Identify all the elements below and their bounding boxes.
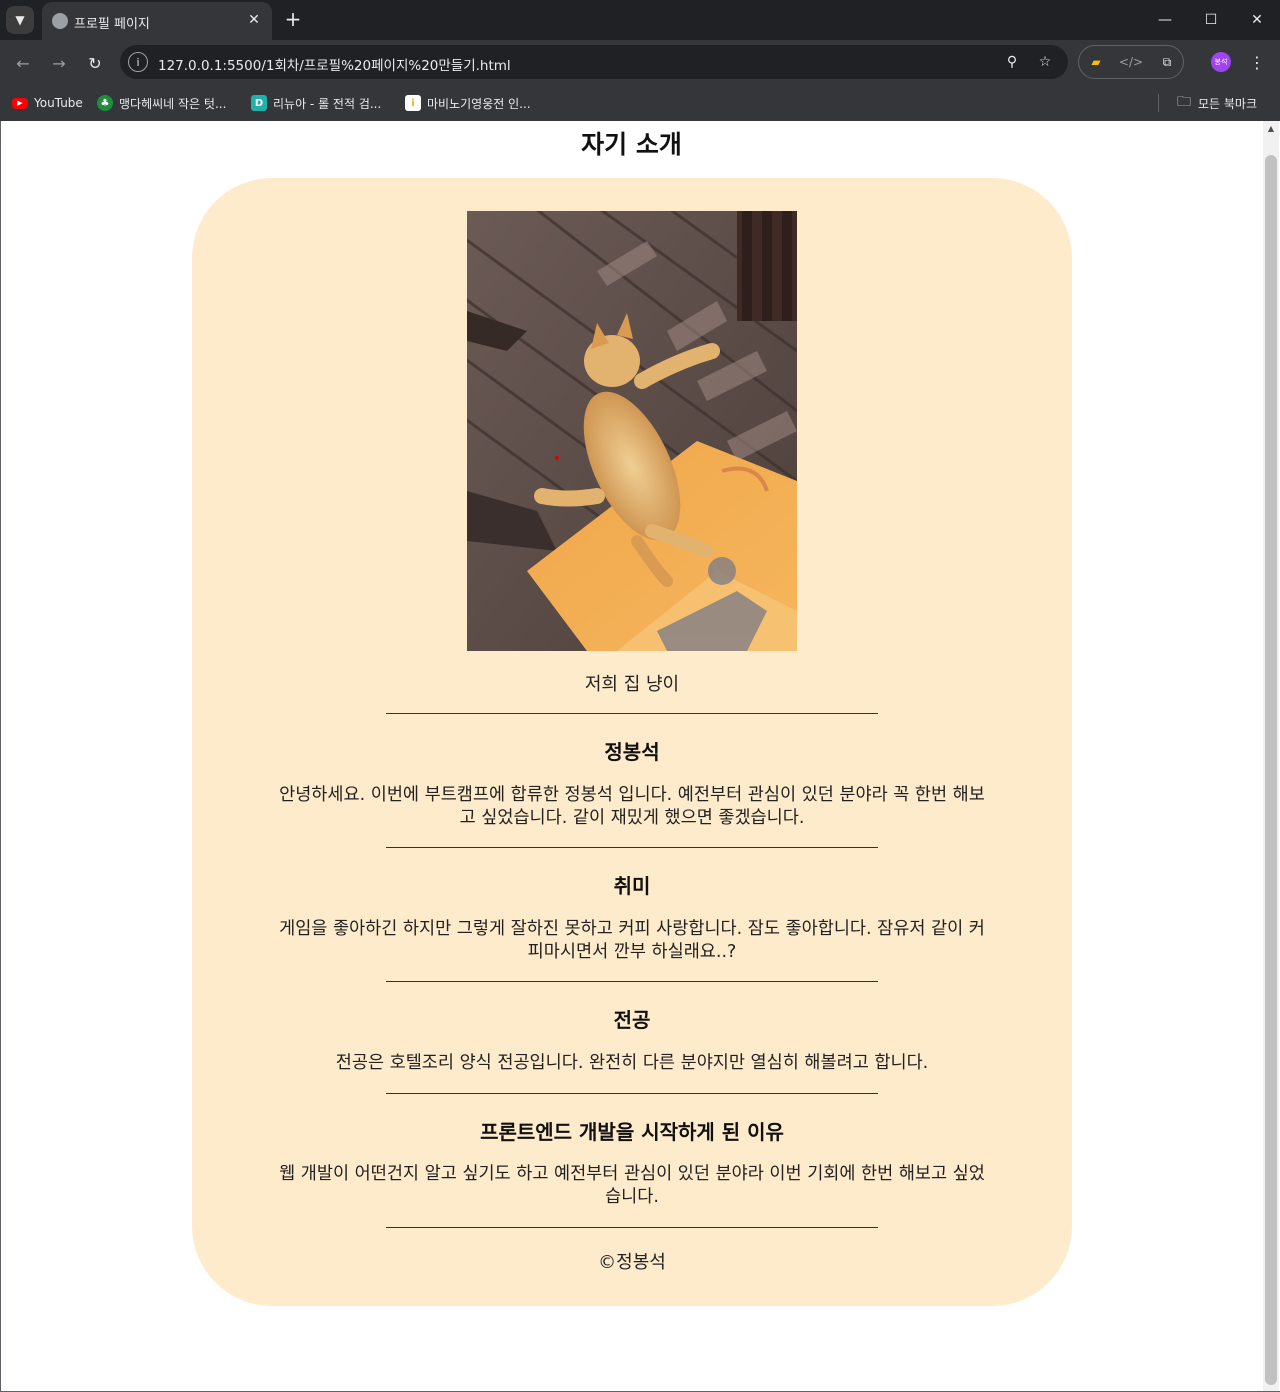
bookmark-garden[interactable]: ♣ 맹다헤씨네 작은 텃... [97, 93, 226, 113]
bookmark-renewal[interactable]: D 리뉴아 - 롤 전적 검... [251, 93, 381, 113]
all-bookmarks-label: 모든 북마크 [1198, 96, 1258, 111]
hobby-heading: 취미 [613, 874, 651, 898]
intro-text: 안녕하세요. 이번에 부트캠프에 합류한 정봉석 입니다. 예전부터 관심이 있… [279, 785, 985, 828]
bookmark-label: 마비노기영웅전 인... [427, 96, 531, 111]
profile-card: 저희 집 냥이 정봉석 안녕하세요. 이번에 부트캠프에 합류한 정봉석 입니다… [192, 178, 1072, 1306]
divider [386, 1093, 878, 1094]
address-bar[interactable]: i 127.0.0.1:5500/1회차/프로필%20페이지%20만들기.htm… [120, 45, 1068, 79]
cat-photo [467, 211, 797, 651]
all-bookmarks[interactable]: 🗀 모든 북마크 [1176, 93, 1257, 113]
window-controls: — ☐ ✕ [1142, 0, 1280, 40]
url-text[interactable]: 127.0.0.1:5500/1회차/프로필%20페이지%20만들기.html [158, 54, 511, 74]
window-close-icon[interactable]: ✕ [1234, 0, 1280, 40]
reason-heading: 프론트엔드 개발을 시작하게 된 이유 [480, 1120, 784, 1144]
photo-caption: 저희 집 냥이 [584, 674, 680, 695]
maximize-icon[interactable]: ☐ [1188, 0, 1234, 40]
bookmark-youtube[interactable]: ▶ YouTube [12, 93, 83, 113]
browser-toolbar: ← → ↻ i 127.0.0.1:5500/1회차/프로필%20페이지%20만… [0, 40, 1280, 85]
folder-icon: 🗀 [1177, 94, 1191, 110]
globe-icon [52, 13, 68, 29]
tab-search-chevron-down-icon[interactable]: ▼ [6, 6, 34, 34]
tab-title: 프로필 페이지 [74, 17, 150, 32]
shield-icon: ♣ [97, 95, 113, 111]
major-heading: 전공 [613, 1008, 651, 1032]
bookmark-vindictus[interactable]: i 마비노기영웅전 인... [405, 93, 531, 113]
divider [386, 713, 878, 714]
divider [386, 1227, 878, 1228]
divider [386, 847, 878, 848]
youtube-icon: ▶ [12, 97, 28, 109]
minimize-icon[interactable]: — [1142, 0, 1188, 40]
divider [1158, 94, 1159, 112]
scroll-up-arrow-icon[interactable]: ▲ [1263, 121, 1279, 135]
footer-copyright: ©정봉석 [598, 1252, 666, 1273]
page-scrollbar[interactable]: ▲ [1263, 121, 1279, 1391]
bookmark-label: 맹다헤씨네 작은 텃... [119, 96, 227, 111]
hobby-text: 게임을 좋아하긴 하지만 그렇게 잘하진 못하고 커피 사랑합니다. 잠도 좋아… [279, 919, 985, 962]
scroll-thumb[interactable] [1265, 155, 1277, 1385]
site-info-icon[interactable]: i [128, 52, 148, 72]
reason-text: 웹 개발이 어떤건지 알고 싶기도 하고 예전부터 관심이 있던 분야라 이번 … [279, 1164, 985, 1207]
extensions-group: ▰ </> ⧉ [1078, 45, 1184, 79]
name-heading: 정봉석 [604, 740, 660, 764]
bar-icon: i [405, 95, 421, 111]
profile-avatar[interactable]: 봉석 [1211, 52, 1231, 72]
d-icon: D [251, 95, 267, 111]
bookmark-label: 리뉴아 - 롤 전적 검... [273, 96, 382, 111]
close-icon[interactable]: ✕ [244, 10, 264, 30]
page-viewport: 자기 소개 저희 집 냥이 정봉석 안녕하세요. 이번에 부트캠프에 합류한 정… [1, 121, 1262, 1391]
code-icon[interactable]: </> [1119, 53, 1143, 71]
page-title: 자기 소개 [581, 130, 682, 159]
bookmarks-bar: ▶ YouTube ♣ 맹다헤씨네 작은 텃... D 리뉴아 - 롤 전적 검… [0, 85, 1280, 121]
divider [386, 981, 878, 982]
menu-dots-icon[interactable]: ⋮ [1246, 51, 1268, 73]
tab-bar: ▼ 프로필 페이지 ✕ + — ☐ ✕ [0, 0, 1280, 40]
tab-profile-page[interactable]: 프로필 페이지 ✕ [42, 2, 272, 40]
bookmark-star-icon[interactable]: ☆ [1034, 51, 1056, 73]
new-tab-button[interactable]: + [282, 7, 304, 31]
back-arrow-icon[interactable]: ← [10, 50, 36, 76]
zoom-icon[interactable]: ⚲ [1001, 51, 1023, 73]
bookmark-label: YouTube [34, 96, 83, 110]
puzzle-icon[interactable]: ⧉ [1158, 53, 1176, 71]
forward-arrow-icon[interactable]: → [46, 50, 72, 76]
major-text: 전공은 호텔조리 양식 전공입니다. 완전히 다른 분야지만 열심히 해볼려고 … [335, 1053, 929, 1073]
reload-icon[interactable]: ↻ [82, 50, 108, 76]
extension-colorful-icon[interactable]: ▰ [1087, 53, 1105, 71]
browser-chrome: ▼ 프로필 페이지 ✕ + — ☐ ✕ ← → ↻ i 127.0.0.1:55… [0, 0, 1280, 121]
